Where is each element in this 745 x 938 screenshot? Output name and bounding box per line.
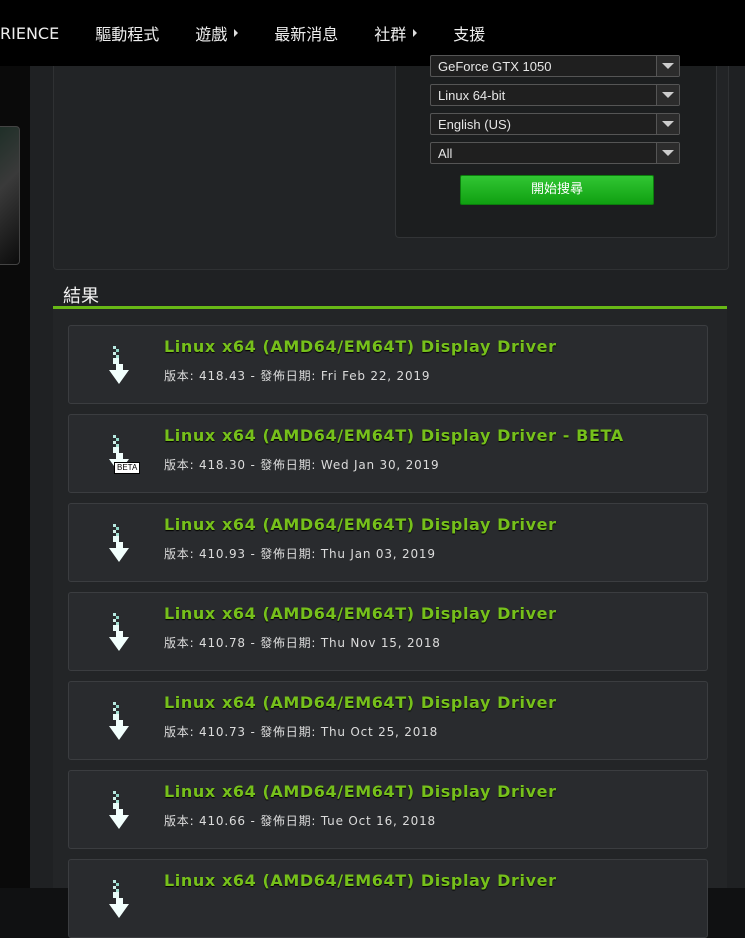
nav-item-label: 遊戲 <box>195 25 228 44</box>
driver-result-item[interactable]: Linux x64 (AMD64/EM64T) Display Driver 版… <box>68 592 708 671</box>
driver-title[interactable]: Linux x64 (AMD64/EM64T) Display Driver <box>164 782 557 801</box>
download-arrow-icon <box>109 346 129 384</box>
chevron-down-icon <box>656 114 679 134</box>
driver-select-box: GeForce GTX 1050 Linux 64-bit English (U… <box>395 55 717 238</box>
nav-item-experience[interactable]: RIENCE <box>0 24 59 43</box>
driver-title[interactable]: Linux x64 (AMD64/EM64T) Display Driver <box>164 604 557 623</box>
driver-result-item[interactable]: Linux x64 (AMD64/EM64T) Display Driver 版… <box>68 770 708 849</box>
driver-meta: 版本: 410.78 - 發佈日期: Thu Nov 15, 2018 <box>164 636 441 650</box>
caret-right-icon <box>234 29 239 37</box>
nav-item-news[interactable]: 最新消息 <box>274 21 338 45</box>
chevron-down-icon <box>656 56 679 76</box>
driver-result-item[interactable]: Linux x64 (AMD64/EM64T) Display Driver 版… <box>68 325 708 404</box>
product-select[interactable]: GeForce GTX 1050 <box>430 55 680 77</box>
nav-item-drivers[interactable]: 驅動程式 <box>95 21 159 45</box>
driver-meta: 版本: 418.30 - 發佈日期: Wed Jan 30, 2019 <box>164 458 440 472</box>
language-select[interactable]: English (US) <box>430 113 680 135</box>
nav-item-label: 驅動程式 <box>95 25 160 44</box>
driver-meta: 版本: 418.43 - 發佈日期: Fri Feb 22, 2019 <box>164 369 431 383</box>
recommended-select[interactable]: All <box>430 142 680 164</box>
os-select[interactable]: Linux 64-bit <box>430 84 680 106</box>
driver-title[interactable]: Linux x64 (AMD64/EM64T) Display Driver <box>164 515 557 534</box>
select-value: All <box>438 146 453 161</box>
driver-meta: 版本: 410.66 - 發佈日期: Tue Oct 16, 2018 <box>164 814 436 828</box>
driver-title[interactable]: Linux x64 (AMD64/EM64T) Display Driver -… <box>164 426 624 445</box>
nav-item-games[interactable]: 遊戲 <box>195 21 239 45</box>
nav-item-community[interactable]: 社群 <box>374 21 418 45</box>
product-image-thumbnail <box>0 126 20 265</box>
download-arrow-icon <box>109 524 129 562</box>
select-value: Linux 64-bit <box>438 88 506 103</box>
nav-item-support[interactable]: 支援 <box>453 21 485 45</box>
nav-item-label: 最新消息 <box>274 25 339 44</box>
select-value: English (US) <box>438 117 511 132</box>
driver-result-item[interactable]: Linux x64 (AMD64/EM64T) Display Driver <box>68 859 708 938</box>
chevron-down-icon <box>656 85 679 105</box>
chevron-down-icon <box>656 143 679 163</box>
driver-result-item[interactable]: Linux x64 (AMD64/EM64T) Display Driver 版… <box>68 503 708 582</box>
download-arrow-icon <box>109 791 129 829</box>
left-gutter <box>0 66 30 888</box>
driver-result-item[interactable]: Linux x64 (AMD64/EM64T) Display Driver 版… <box>68 681 708 760</box>
driver-title[interactable]: Linux x64 (AMD64/EM64T) Display Driver <box>164 337 557 356</box>
driver-meta: 版本: 410.93 - 發佈日期: Thu Jan 03, 2019 <box>164 547 436 561</box>
nav-item-label: RIENCE <box>0 23 60 43</box>
driver-meta: 版本: 410.73 - 發佈日期: Thu Oct 25, 2018 <box>164 725 439 739</box>
driver-title[interactable]: Linux x64 (AMD64/EM64T) Display Driver <box>164 693 557 712</box>
download-arrow-icon <box>109 880 129 918</box>
start-search-button[interactable]: 開始搜尋 <box>460 175 654 205</box>
driver-title[interactable]: Linux x64 (AMD64/EM64T) Display Driver <box>164 871 557 890</box>
beta-badge: BETA <box>114 462 141 474</box>
results-heading: 結果 <box>63 286 99 307</box>
download-arrow-icon <box>109 702 129 740</box>
select-value: GeForce GTX 1050 <box>438 59 552 74</box>
results-list: Linux x64 (AMD64/EM64T) Display Driver 版… <box>53 309 727 938</box>
caret-right-icon <box>413 29 418 37</box>
main-content: GeForce GTX 1050 Linux 64-bit English (U… <box>30 55 745 938</box>
nav-item-label: 社群 <box>374 25 407 44</box>
driver-search-panel: GeForce GTX 1050 Linux 64-bit English (U… <box>53 55 729 270</box>
driver-result-item[interactable]: BETA Linux x64 (AMD64/EM64T) Display Dri… <box>68 414 708 493</box>
download-arrow-icon <box>109 613 129 651</box>
nav-item-label: 支援 <box>453 25 486 44</box>
